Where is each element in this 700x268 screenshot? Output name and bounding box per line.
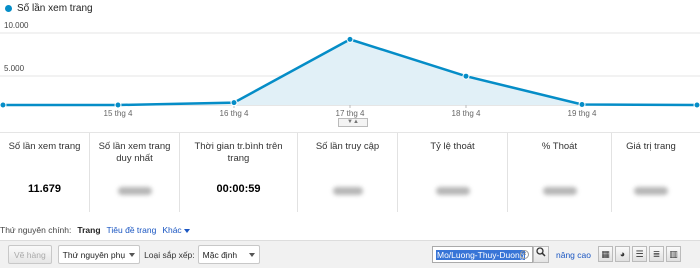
scorecard-avg-time[interactable]: Thời gian tr.bình trên trang 00:00:59 bbox=[180, 133, 298, 212]
plot-rows-button[interactable]: Vẽ hàng bbox=[8, 245, 52, 264]
data-point[interactable] bbox=[114, 101, 122, 109]
series-area bbox=[3, 39, 697, 105]
table-search-input[interactable]: Mo/Luong-Thuy-Duong × bbox=[432, 246, 533, 263]
scorecard-label: Tỷ lệ thoát bbox=[430, 141, 475, 152]
primary-dimension-label: Thứ nguyên chính: bbox=[0, 225, 72, 235]
scorecard-label: % Thoát bbox=[541, 141, 578, 152]
blurred-value bbox=[117, 187, 152, 195]
search-button[interactable] bbox=[533, 246, 549, 263]
x-tick-label: 19 thg 4 bbox=[568, 109, 597, 118]
dimension-other-dropdown[interactable]: Khác bbox=[162, 225, 191, 235]
dimension-page-active: Trang bbox=[77, 225, 101, 235]
scorecard-label: Thời gian tr.bình trên trang bbox=[194, 141, 283, 164]
chevron-down-icon bbox=[249, 252, 256, 257]
scorecard-bounce-rate[interactable]: Tỷ lệ thoát bbox=[398, 133, 508, 212]
scorecard-exit-rate[interactable]: % Thoát bbox=[508, 133, 612, 212]
scorecard-label: Số lần xem trang bbox=[8, 141, 81, 152]
chevron-down-icon bbox=[129, 252, 136, 257]
data-point[interactable] bbox=[0, 101, 7, 109]
scorecard-page-value[interactable]: Giá trị trang bbox=[612, 133, 690, 212]
scorecard-pageviews[interactable]: Số lần xem trang 11.679 bbox=[0, 133, 90, 212]
x-tick-label: 18 thg 4 bbox=[452, 109, 481, 118]
blurred-value bbox=[435, 187, 470, 195]
search-input-value: Mo/Luong-Thuy-Duong bbox=[436, 249, 526, 260]
advanced-filter-link[interactable]: nâng cao bbox=[556, 250, 591, 260]
blurred-value bbox=[634, 187, 668, 195]
x-tick-label: 16 thg 4 bbox=[220, 109, 249, 118]
dimension-other-label: Khác bbox=[162, 225, 182, 235]
comparison-view-icon[interactable]: ≣ bbox=[649, 246, 664, 262]
data-point[interactable] bbox=[693, 101, 700, 109]
scorecard-label: Số lần xem trang duy nhất bbox=[98, 141, 171, 164]
scorecard-label: Giá trị trang bbox=[626, 141, 676, 152]
scorecard-row: Số lần xem trang 11.679 Số lần xem trang… bbox=[0, 132, 700, 212]
data-point[interactable] bbox=[462, 72, 470, 80]
data-point[interactable] bbox=[346, 35, 354, 43]
chart-plot: 15 thg 4 16 thg 4 17 thg 4 18 thg 4 19 thg 4 bbox=[0, 32, 700, 118]
table-toolbar: Vẽ hàng Thứ nguyên phụ Loại sắp xếp: Mặc… bbox=[0, 240, 700, 268]
primary-dimension-row: Thứ nguyên chính: Trang Tiêu đề trang Kh… bbox=[0, 225, 191, 235]
scorecard-label: Số lần truy cập bbox=[315, 141, 380, 152]
scorecard-value: 00:00:59 bbox=[216, 183, 261, 195]
secondary-dimension-label: Thứ nguyên phụ bbox=[62, 249, 126, 260]
x-tick-label: 15 thg 4 bbox=[104, 109, 133, 118]
sort-type-label: Loại sắp xếp: bbox=[144, 249, 195, 260]
dimension-page-title-link[interactable]: Tiêu đề trang bbox=[107, 225, 157, 235]
pie-chart-view-icon[interactable]: ◕ bbox=[615, 246, 630, 262]
blurred-value bbox=[542, 187, 577, 195]
pivot-view-icon[interactable]: ▥ bbox=[666, 246, 681, 262]
data-point[interactable] bbox=[578, 101, 586, 109]
chevron-down-icon bbox=[184, 229, 191, 233]
clear-icon[interactable]: × bbox=[520, 250, 529, 259]
scorecard-value: 11.679 bbox=[27, 183, 62, 195]
data-point[interactable] bbox=[230, 99, 238, 107]
blurred-value bbox=[332, 187, 363, 195]
performance-view-icon[interactable]: ☰ bbox=[632, 246, 647, 262]
secondary-dimension-select[interactable]: Thứ nguyên phụ bbox=[57, 245, 141, 264]
scorecard-visits[interactable]: Số lần truy cập bbox=[298, 133, 398, 212]
chart-scroll-handle[interactable]: ▼▲ bbox=[338, 118, 368, 127]
pageviews-chart: Số lần xem trang 10.000 5.000 15 thg 4 16… bbox=[0, 0, 700, 128]
search-icon bbox=[536, 247, 546, 257]
sort-type-value: Mặc định bbox=[202, 249, 238, 260]
data-table-view-icon[interactable]: ▦ bbox=[598, 246, 613, 262]
sort-type-select[interactable]: Mặc định bbox=[197, 245, 261, 264]
x-tick-label: 17 thg 4 bbox=[336, 109, 365, 118]
scorecard-unique-pageviews[interactable]: Số lần xem trang duy nhất bbox=[90, 133, 180, 212]
